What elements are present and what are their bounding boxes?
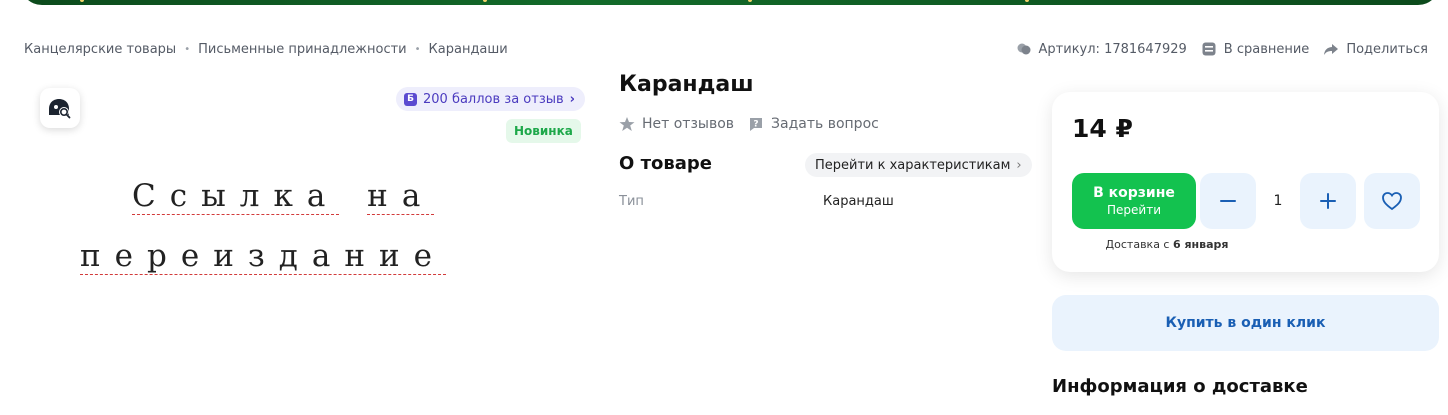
plus-icon [1320,193,1336,209]
copy-icon [1017,43,1031,55]
ask-question-label: Задать вопрос [771,116,879,132]
breadcrumb-item[interactable]: Письменные принадлежности [198,42,407,57]
delivery-date: Доставка с 6 января [1072,238,1262,251]
decrease-quantity-button[interactable] [1200,173,1256,229]
product-meta-bar: Артикул: 1781647929 В сравнение Поделить… [1016,41,1428,57]
breadcrumb-item[interactable]: Карандаши [429,42,508,57]
go-to-cart-label: Перейти [1107,203,1161,217]
share-button[interactable]: Поделиться [1323,41,1428,57]
svg-text:?: ? [753,120,758,130]
breadcrumb-separator: • [184,44,191,55]
bonus-points-icon: Б [404,92,417,106]
share-label: Поделиться [1346,41,1428,57]
price: 14 ₽ [1072,114,1133,143]
chevron-right-icon: › [1016,157,1022,173]
compare-icon [1202,42,1216,56]
reviews-link[interactable]: Нет отзывов [619,116,734,132]
quantity-value[interactable]: 1 [1256,173,1300,229]
article-number[interactable]: Артикул: 1781647929 [1016,41,1187,57]
placeholder-word: на [367,178,435,215]
placeholder-word: Ссылка [132,178,340,215]
go-to-specs-button[interactable]: Перейти к характеристикам › [805,153,1032,177]
banner-decoration [483,0,487,2]
in-cart-label: В корзине [1093,185,1175,201]
bonus-label: 200 баллов за отзыв [423,91,564,107]
compare-label: В сравнение [1223,41,1310,57]
share-icon [1324,44,1339,55]
placeholder-line-2: переиздание [80,238,447,275]
product-title: Карандаш [619,72,754,97]
banner-decoration [80,0,84,2]
banner-decoration [748,0,752,2]
go-to-specs-label: Перейти к характеристикам [815,157,1011,173]
buy-card: 14 ₽ В корзине Перейти 1 Доставка с 6 ян… [1052,92,1439,272]
placeholder-line-1: Ссылка на [132,178,435,215]
image-search-button[interactable] [40,88,80,128]
breadcrumb: Канцелярские товары • Письменные принадл… [24,42,508,57]
delivery-info-title: Информация о доставке [1052,376,1308,397]
spec-name: Тип [619,194,644,209]
delivery-prefix: Доставка с [1105,238,1170,251]
increase-quantity-button[interactable] [1300,173,1356,229]
breadcrumb-separator: • [414,44,421,55]
new-badge: Новинка [506,119,581,143]
reviews-label: Нет отзывов [642,116,735,132]
ask-question-button[interactable]: ? Задать вопрос [748,116,879,132]
star-icon [619,117,635,131]
placeholder-word: переиздание [80,238,447,275]
product-image-placeholder[interactable]: Ссылка на переиздание [70,170,510,290]
breadcrumb-item[interactable]: Канцелярские товары [24,42,176,57]
in-cart-button[interactable]: В корзине Перейти [1072,173,1196,229]
delivery-date-value: 6 января [1172,238,1229,251]
chevron-right-icon: › [569,91,576,107]
spec-value: Карандаш [823,194,894,209]
review-bonus-badge[interactable]: Б 200 баллов за отзыв › [396,87,586,111]
compare-button[interactable]: В сравнение [1201,41,1310,57]
heart-icon [1382,192,1402,211]
banner-decoration [1025,0,1029,2]
minus-icon [1220,200,1236,202]
reviews-row: Нет отзывов ? Задать вопрос [619,116,879,132]
image-search-icon [49,99,71,119]
promo-banner[interactable] [20,0,1440,5]
article-label: Артикул: 1781647929 [1038,41,1187,57]
buy-one-click-button[interactable]: Купить в один клик [1052,295,1439,351]
favorite-button[interactable] [1364,173,1420,229]
question-chat-icon: ? [750,118,763,131]
about-section-title: О товаре [619,153,712,174]
